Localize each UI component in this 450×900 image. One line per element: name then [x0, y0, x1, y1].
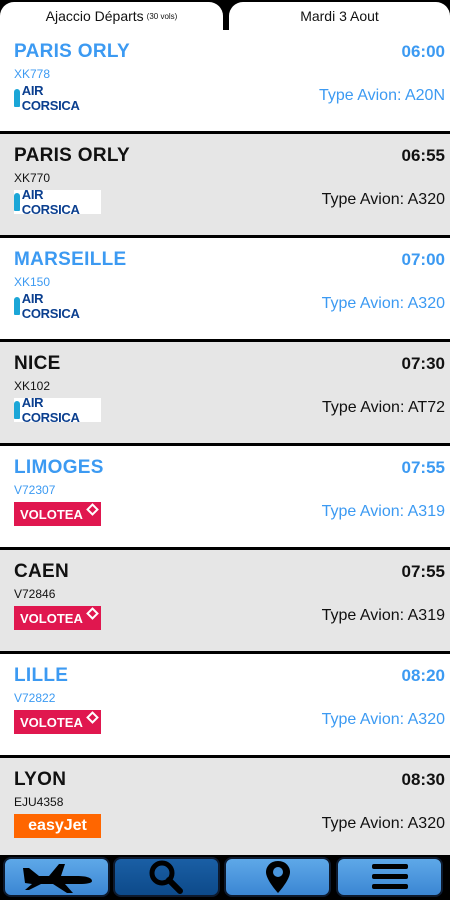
aircorsica-mark-icon	[14, 401, 20, 419]
nav-departures-button[interactable]	[3, 857, 110, 897]
airline-logo: VOLOTEA	[14, 606, 101, 630]
flight-number: XK150	[14, 275, 51, 289]
search-icon	[149, 860, 183, 894]
airline-name: VOLOTEA	[20, 610, 83, 626]
tab-departures-count: (30 vols)	[146, 11, 178, 21]
aircorsica-mark-icon	[14, 297, 20, 315]
flight-number: V72846	[14, 587, 56, 601]
flight-time: 07:55	[401, 562, 445, 581]
airline-logo: VOLOTEA	[14, 502, 101, 526]
volotea-diamond-icon	[86, 503, 99, 516]
flight-destination: PARIS ORLY	[14, 41, 130, 62]
flight-row[interactable]: PARIS ORLY 06:00 XK778 AIR CORSICA Type …	[0, 30, 450, 131]
airline-name: AIR CORSICA	[21, 83, 80, 113]
flight-row[interactable]: NICE 07:30 XK102 AIR CORSICA Type Avion:…	[0, 342, 450, 443]
airline-logo: AIR CORSICA	[14, 291, 101, 321]
airline-logo: AIR CORSICA	[14, 395, 101, 425]
airline-name: VOLOTEA	[20, 714, 83, 730]
flight-destination: CAEN	[14, 561, 70, 582]
flight-destination: LIMOGES	[14, 457, 104, 478]
flight-number: EJU4358	[14, 795, 64, 809]
location-pin-icon	[265, 861, 290, 893]
flight-time: 07:55	[401, 458, 445, 477]
airline-name: VOLOTEA	[20, 506, 83, 522]
volotea-diamond-icon	[86, 607, 99, 620]
flight-number: XK102	[14, 379, 51, 393]
flight-time: 07:00	[401, 250, 445, 269]
menu-icon	[371, 864, 408, 889]
flight-destination: PARIS ORLY	[14, 145, 130, 166]
airline-name: AIR CORSICA	[21, 187, 80, 217]
aircraft-type: Type Avion: AT72	[321, 399, 445, 416]
airline-logo: AIR CORSICA	[14, 83, 101, 113]
header-tabs: Ajaccio Départs (30 vols) Mardi 3 Aout	[0, 0, 450, 30]
tab-date-label: Mardi 3 Aout	[300, 8, 379, 24]
aircraft-type: Type Avion: A320	[321, 295, 445, 312]
tab-date[interactable]: Mardi 3 Aout	[229, 2, 450, 30]
tab-departures-label: Ajaccio Départs	[45, 8, 144, 24]
flight-destination: NICE	[14, 353, 61, 374]
airline-logo: AIR CORSICA	[14, 187, 101, 217]
flight-destination: LILLE	[14, 665, 69, 686]
flight-number: V72307	[14, 483, 56, 497]
flight-row[interactable]: CAEN 07:55 V72846 VOLOTEA Type Avion: A3…	[0, 550, 450, 651]
flight-number: XK778	[14, 67, 51, 81]
flight-time: 08:20	[401, 666, 445, 685]
flight-row[interactable]: LIMOGES 07:55 V72307 VOLOTEA Type Avion:…	[0, 446, 450, 547]
flight-time: 06:55	[401, 146, 445, 165]
aircraft-type: Type Avion: A320	[321, 711, 445, 728]
aircorsica-mark-icon	[14, 193, 20, 211]
flight-row[interactable]: PARIS ORLY 06:55 XK770 AIR CORSICA Type …	[0, 134, 450, 235]
nav-menu-button[interactable]	[336, 857, 443, 897]
volotea-diamond-icon	[86, 711, 99, 724]
flight-time: 06:00	[401, 42, 445, 61]
aircraft-type: Type Avion: A319	[321, 503, 445, 520]
airline-logo: easyJet	[14, 814, 101, 838]
flight-row[interactable]: LYON 08:30 EJU4358 easyJet Type Avion: A…	[0, 758, 450, 855]
airline-name: AIR CORSICA	[21, 395, 80, 425]
flight-row[interactable]: MARSEILLE 07:00 XK150 AIR CORSICA Type A…	[0, 238, 450, 339]
aircraft-type: Type Avion: A20N	[318, 87, 445, 104]
aircorsica-mark-icon	[14, 89, 20, 107]
flight-list: PARIS ORLY 06:00 XK778 AIR CORSICA Type …	[0, 30, 450, 855]
bottom-nav	[0, 855, 450, 900]
flight-time: 07:30	[401, 354, 445, 373]
flight-destination: LYON	[14, 769, 67, 790]
airline-name: AIR CORSICA	[21, 291, 80, 321]
aircraft-type: Type Avion: A320	[321, 191, 445, 208]
airplane-icon	[22, 864, 92, 893]
aircraft-type: Type Avion: A319	[321, 607, 445, 624]
flight-destination: MARSEILLE	[14, 249, 127, 270]
flight-number: V72822	[14, 691, 56, 705]
flight-number: XK770	[14, 171, 51, 185]
airline-logo: VOLOTEA	[14, 710, 101, 734]
flight-row[interactable]: LILLE 08:20 V72822 VOLOTEA Type Avion: A…	[0, 654, 450, 755]
nav-search-button[interactable]	[113, 857, 220, 897]
aircraft-type: Type Avion: A320	[321, 815, 445, 832]
airline-name: easyJet	[28, 817, 87, 834]
nav-location-button[interactable]	[224, 857, 331, 897]
tab-departures[interactable]: Ajaccio Départs (30 vols)	[0, 2, 223, 30]
flight-time: 08:30	[401, 770, 445, 789]
